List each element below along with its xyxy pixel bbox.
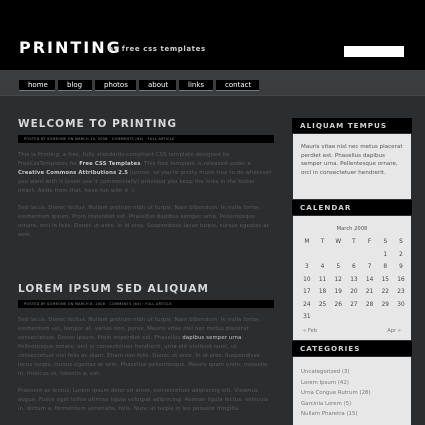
calendar-day[interactable]: 30 (393, 302, 409, 308)
paragraph-text: . Pellentesque ornare, orci in consectet… (18, 335, 268, 377)
calendar-day[interactable]: 10 (299, 277, 315, 283)
calendar-week-row: 17 18 19 20 21 22 23 (299, 286, 409, 299)
calendar-weekday: F (367, 239, 372, 246)
calendar-day[interactable]: 4 (315, 264, 331, 270)
calendar-week-row: 24 25 26 27 28 29 30 (299, 299, 409, 312)
calendar-day[interactable]: 24 (299, 302, 315, 308)
calendar-day[interactable]: 3 (299, 264, 315, 270)
calendar-day[interactable]: 26 (330, 302, 346, 308)
sidebar-heading-categories: CATEGORIES (292, 341, 412, 356)
calendar-weekday: S (399, 239, 403, 246)
calendar-day[interactable]: 16 (393, 277, 409, 283)
dapibus-link[interactable]: dapibus semper urna (182, 335, 241, 341)
calendar-week-row: 10 11 12 13 14 15 16 (299, 274, 409, 287)
sidebar: ALIQUAM TEMPUS Mauris vitae nisl nec met… (292, 118, 412, 425)
sidebar-heading-calendar: CALENDAR (292, 200, 412, 215)
calendar-day[interactable]: 17 (299, 289, 315, 295)
calendar-day[interactable]: 1 (377, 252, 393, 258)
post-paragraph: Sed lacus. Donec lectus. Nullam pretium … (18, 205, 269, 238)
calendar-nav: « Feb Apr » (293, 324, 411, 334)
post-paragraph: Praesent ac lectus. Lorem ipsum dolor si… (18, 388, 269, 412)
calendar-weekday: T (352, 239, 356, 246)
post-meta: POSTED BY SOMEONE ON MARCH 8, 2008 · COM… (18, 300, 274, 308)
calendar-grid: M T W T F S S 1 2 3 4 5 6 7 8 9 10 11 12 13 14 15 16 17 18 19 20 21… (299, 236, 409, 324)
post-body: Sed lacus. Donec lectus. Nullam pretium … (18, 316, 274, 414)
calendar-day[interactable]: 31 (299, 314, 315, 320)
calendar-day[interactable]: 2 (393, 252, 409, 258)
site-logo[interactable]: PRINTING (19, 38, 122, 57)
calendar-caption: March 2008 (336, 226, 368, 232)
calendar-day[interactable]: 8 (377, 264, 393, 270)
calendar-day[interactable]: 7 (362, 264, 378, 270)
calendar-box: March 2008 M T W T F S S 1 2 3 4 5 6 7 8 9 10 11 12 13 14 15 1… (292, 215, 412, 341)
calendar-day[interactable]: 22 (377, 289, 393, 295)
post-title[interactable]: WELCOME TO PRINTING (18, 118, 274, 130)
header: PRINTING by free css templates (0, 0, 425, 70)
calendar-day[interactable]: 20 (346, 289, 362, 295)
post-paragraph: This is Printing, a free, fully standard… (18, 151, 274, 196)
calendar-day[interactable]: 21 (362, 289, 378, 295)
category-link[interactable]: Nullam Pharetra (15) (301, 409, 403, 420)
calendar-next-link[interactable]: Apr » (387, 328, 401, 334)
calendar-weekday: M (304, 239, 310, 246)
search-input[interactable] (344, 46, 404, 57)
category-link[interactable]: Uncategorized (3) (301, 367, 403, 378)
site-tagline: by free css templates (108, 45, 206, 53)
creative-commons-link[interactable]: Creative Commons Attributions 2.5 (18, 170, 128, 176)
calendar-day[interactable]: 29 (377, 302, 393, 308)
calendar-day[interactable]: 13 (346, 277, 362, 283)
post-body: This is Printing, a free, fully standard… (18, 151, 274, 240)
calendar-day[interactable]: 23 (393, 289, 409, 295)
about-text: Mauris vitae nisl nec metus placerat per… (301, 144, 403, 176)
calendar-week-row: 31 (299, 311, 409, 324)
calendar-day[interactable]: 12 (330, 277, 346, 283)
calendar-weekday: S (383, 239, 388, 246)
calendar-day[interactable]: 11 (315, 277, 331, 283)
sidebar-heading-aliquam: ALIQUAM TEMPUS (292, 118, 412, 133)
post-welcome: WELCOME TO PRINTING POSTED BY SOMEONE ON… (18, 118, 274, 240)
category-link[interactable]: Garcinia Lorem (5) (301, 399, 403, 410)
nav-item-photos[interactable]: photos (95, 80, 136, 91)
post-meta: POSTED BY SOMEONE ON MARCH 10, 2008 · CO… (18, 135, 274, 143)
calendar-weekday-row: MTWTFSS (299, 236, 409, 249)
nav-item-blog[interactable]: blog (58, 80, 92, 91)
post-title[interactable]: LOREM IPSUM SED ALIQUAM (18, 283, 274, 295)
nav-item-links[interactable]: links (179, 80, 213, 91)
free-css-templates-link[interactable]: Free CSS Templates (79, 161, 140, 167)
calendar-day[interactable]: 28 (362, 302, 378, 308)
category-link[interactable]: Urna Congue Rutrum (28) (301, 388, 403, 399)
calendar-week-row: 12 (299, 249, 409, 262)
calendar-day[interactable]: 15 (377, 277, 393, 283)
calendar-day[interactable]: 14 (362, 277, 378, 283)
calendar-day[interactable]: 9 (393, 264, 409, 270)
calendar-day[interactable]: 19 (330, 289, 346, 295)
nav-item-about[interactable]: about (139, 80, 176, 91)
calendar-day[interactable]: 5 (330, 264, 346, 270)
calendar-weekday: W (335, 239, 342, 246)
post-lorem-ipsum: LOREM IPSUM SED ALIQUAM POSTED BY SOMEON… (18, 283, 274, 414)
main-nav: home blog photos about links contact (19, 80, 262, 91)
category-link[interactable]: Lorem Ipsum (42) (301, 378, 403, 389)
nav-item-contact[interactable]: contact (216, 80, 259, 91)
calendar-day[interactable]: 25 (315, 302, 331, 308)
calendar-week-row: 3456789 (299, 261, 409, 274)
calendar-weekday: T (320, 239, 325, 246)
calendar-prev-link[interactable]: « Feb (303, 328, 317, 334)
calendar-day[interactable]: 18 (315, 289, 331, 295)
sidebar-about-box: Mauris vitae nisl nec metus placerat per… (292, 133, 412, 200)
calendar-day[interactable]: 6 (346, 264, 362, 270)
categories-box: Uncategorized (3) Lorem Ipsum (42) Urna Co… (292, 356, 412, 425)
nav-item-home[interactable]: home (19, 80, 55, 91)
paragraph-text: . This free template is released under a (140, 161, 251, 167)
calendar-day[interactable]: 27 (346, 302, 362, 308)
post-paragraph: Sed lacus. Donec lectus. Nullam pretium … (18, 316, 274, 379)
